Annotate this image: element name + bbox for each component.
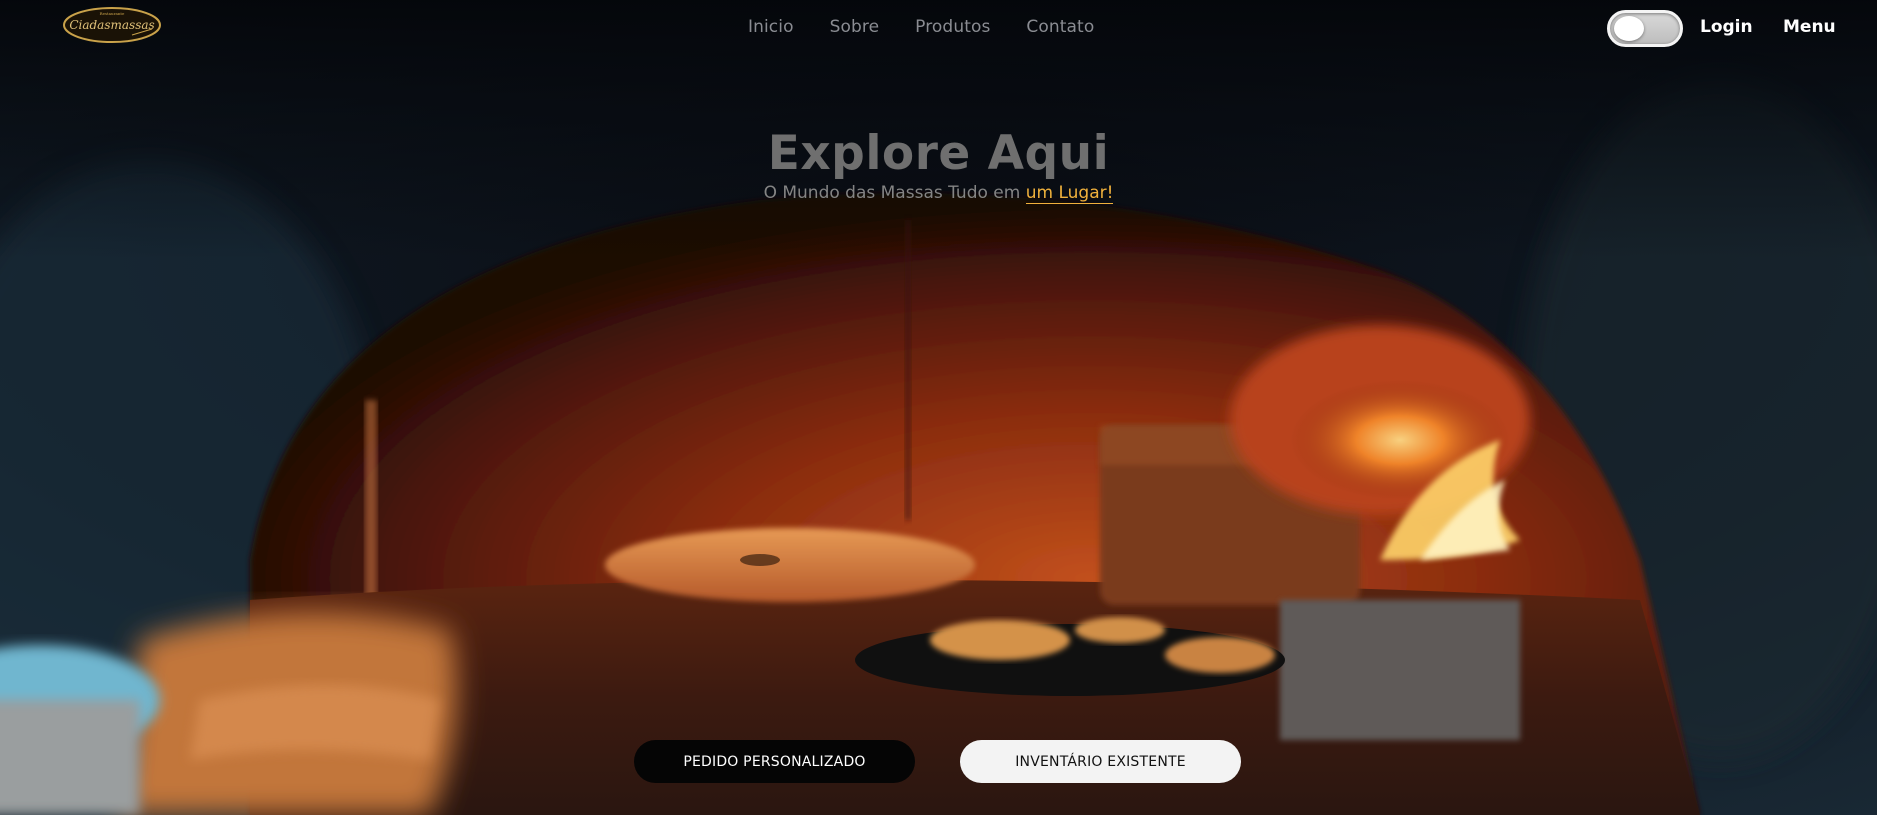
theme-toggle-switch[interactable] (1607, 10, 1683, 47)
main-nav: Inicio Sobre Produtos Contato (748, 17, 1094, 37)
nav-item-produtos[interactable]: Produtos (915, 17, 990, 37)
brand-logo[interactable]: Restaurante Ciadasmassas (62, 5, 162, 45)
hero-subtitle-highlight-link[interactable]: um Lugar! (1025, 183, 1114, 204)
toggle-knob (1614, 16, 1644, 41)
logo-small-text: Restaurante (100, 11, 125, 16)
hero-background-oven-image (0, 0, 1877, 815)
nav-item-sobre[interactable]: Sobre (830, 17, 880, 37)
existing-inventory-button[interactable]: INVENTÁRIO EXISTENTE (960, 740, 1241, 783)
custom-order-button[interactable]: PEDIDO PERSONALIZADO (634, 740, 915, 783)
nav-item-inicio[interactable]: Inicio (748, 17, 794, 37)
site-header: Restaurante Ciadasmassas Inicio Sobre Pr… (0, 0, 1877, 56)
login-link[interactable]: Login (1700, 17, 1753, 37)
hero-subtitle: O Mundo das Massas Tudo em um Lugar! (0, 183, 1877, 204)
hero-subtitle-text: O Mundo das Massas Tudo em (763, 183, 1026, 203)
hero-title: Explore Aqui (767, 126, 1110, 181)
nav-item-contato[interactable]: Contato (1026, 17, 1094, 37)
menu-button[interactable]: Menu (1783, 17, 1836, 37)
logo-text: Ciadasmassas (69, 18, 154, 32)
